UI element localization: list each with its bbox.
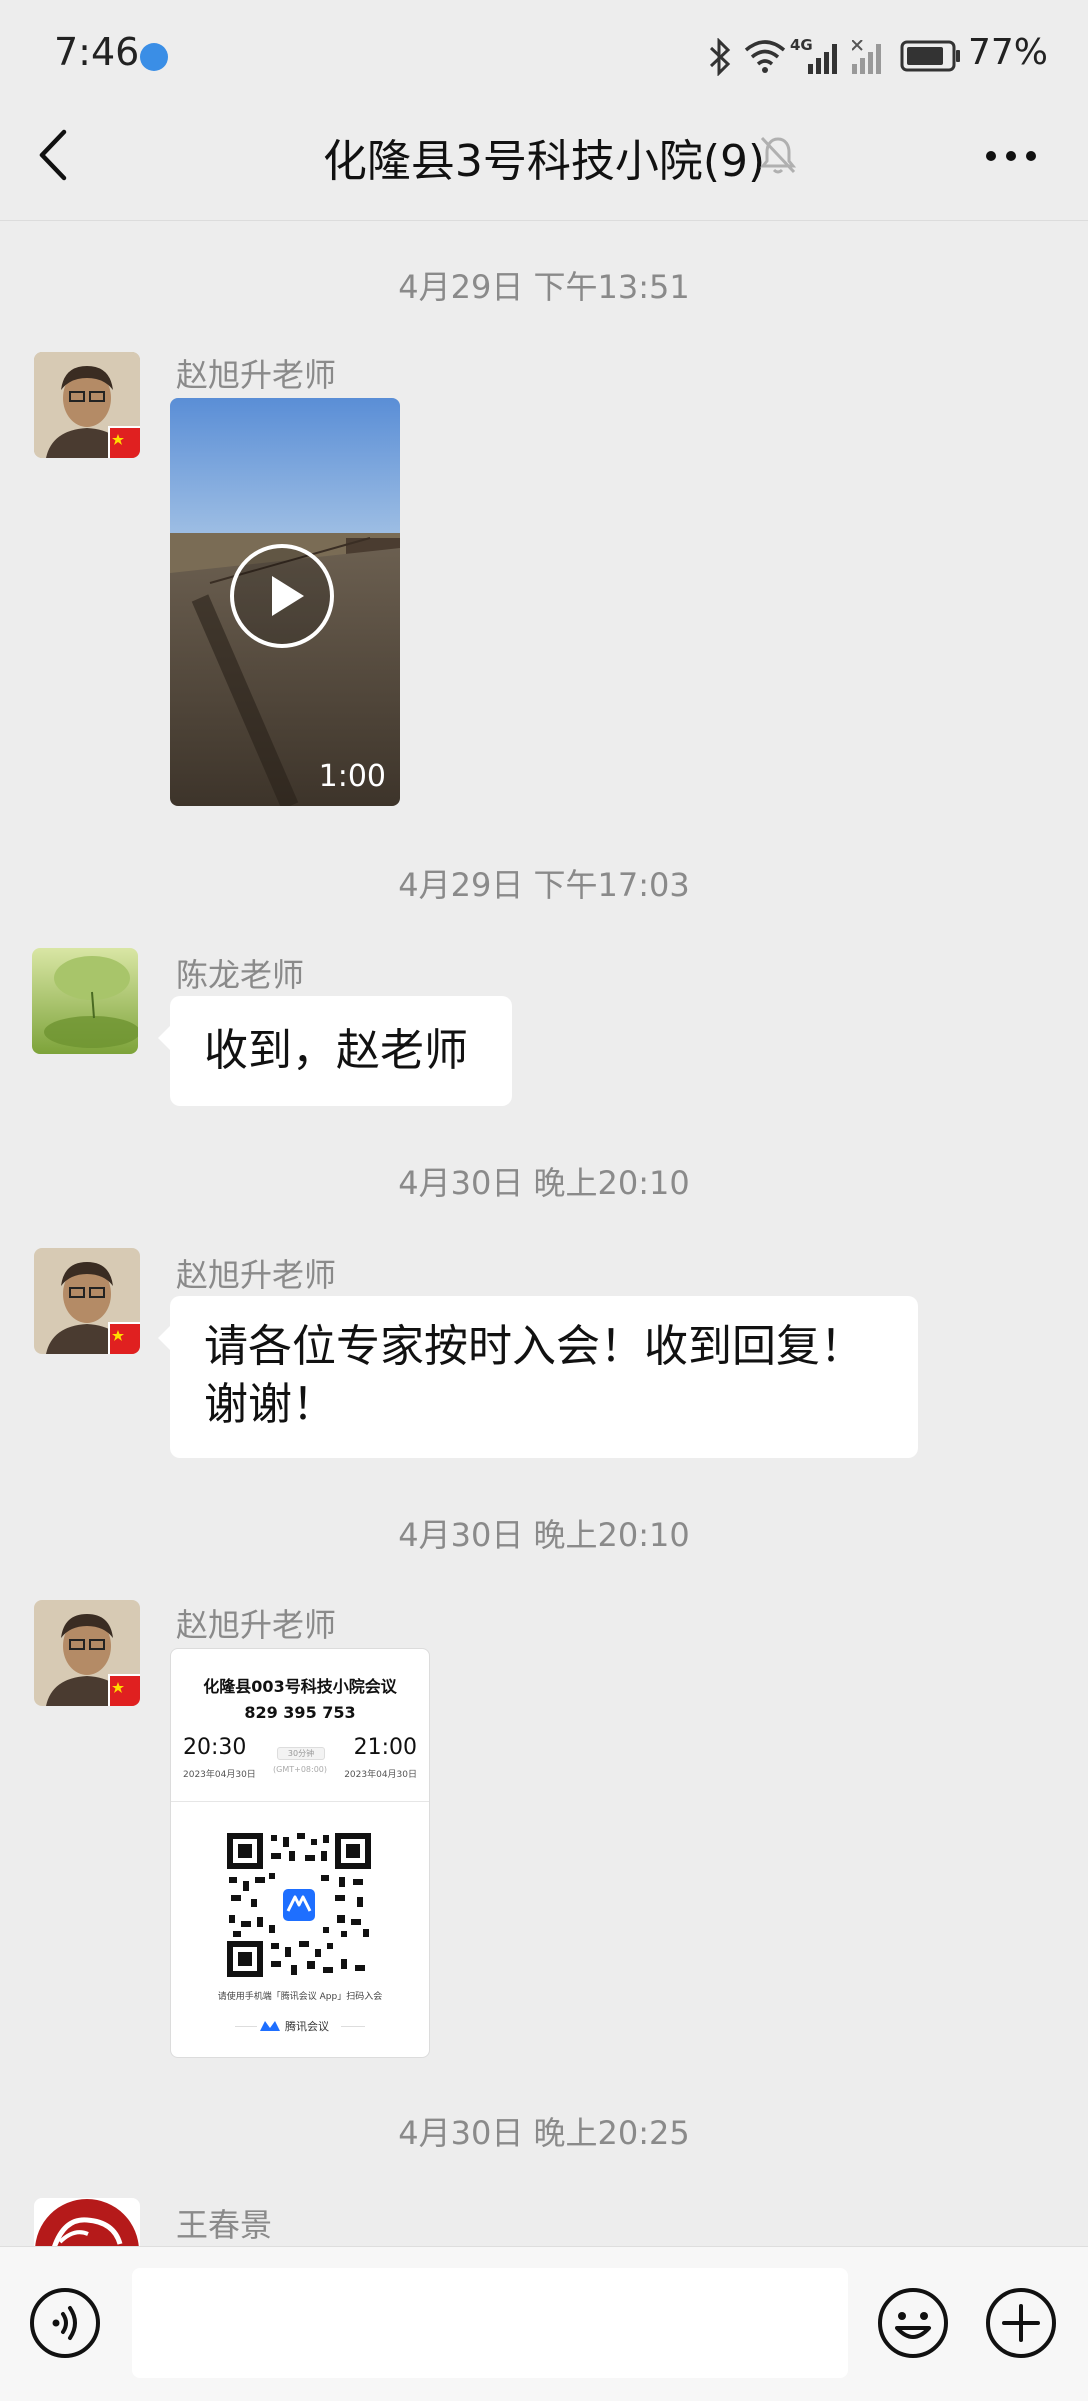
card-divider xyxy=(171,1801,429,1802)
avatar[interactable] xyxy=(32,948,138,1054)
mute-bell-icon xyxy=(759,136,797,174)
signal-strength-icon xyxy=(808,44,837,74)
sender-name: 陈龙老师 xyxy=(176,956,305,994)
message-timestamp: 4月30日 晚上20:10 xyxy=(398,1164,690,1202)
meeting-start-date: 2023年04月30日 xyxy=(183,1770,256,1780)
battery-percentage: 77% xyxy=(968,32,1049,73)
message-timestamp: 4月30日 晚上20:25 xyxy=(398,2114,690,2152)
sender-name: 赵旭升老师 xyxy=(176,1606,337,1644)
avatar[interactable] xyxy=(34,1600,140,1706)
video-duration: 1:00 xyxy=(318,759,386,794)
voice-input-icon[interactable] xyxy=(28,2286,102,2360)
sender-name: 王春景 xyxy=(176,2206,273,2244)
meeting-end-date: 2023年04月30日 xyxy=(344,1770,417,1780)
sender-name: 赵旭升老师 xyxy=(176,356,337,394)
avatar[interactable] xyxy=(34,1248,140,1354)
qr-code-image[interactable] xyxy=(227,1833,371,1977)
battery-icon xyxy=(900,40,960,72)
signal-no-service-icon xyxy=(852,40,881,74)
message-bubble[interactable]: 请各位专家按时入会！收到回复！ 谢谢！ xyxy=(158,1296,918,1458)
app-notification-icon xyxy=(140,43,168,71)
message-text: 收到，赵老师 xyxy=(204,1025,468,1076)
flag-badge-icon xyxy=(108,1322,140,1354)
meeting-invite-card[interactable]: 化隆县003号科技小院会议 829 395 753 20:30 21:00 30… xyxy=(170,1648,430,2058)
status-bar: 7:46 4G 77% xyxy=(0,0,1088,115)
flag-badge-icon xyxy=(108,426,140,458)
meeting-duration: 30分钟 xyxy=(277,1747,325,1760)
scan-hint-text: 请使用手机端「腾讯会议 App」扫码入会 xyxy=(217,1992,383,2002)
meeting-timezone: (GMT+08:00) xyxy=(273,1765,327,1774)
status-time: 7:46 xyxy=(54,30,140,74)
message-bubble[interactable]: 收到，赵老师 xyxy=(158,996,512,1106)
meeting-title: 化隆县003号科技小院会议 xyxy=(203,1677,397,1696)
message-timestamp: 4月29日 下午17:03 xyxy=(398,866,690,904)
tencent-meeting-brand: 腾讯会议 xyxy=(257,2017,341,2035)
message-input[interactable] xyxy=(132,2268,848,2378)
meeting-end-time: 21:00 xyxy=(353,1735,417,1760)
message-timestamp: 4月30日 晚上20:10 xyxy=(398,1516,690,1554)
flag-badge-icon xyxy=(108,1674,140,1706)
chat-title: 化隆县3号科技小院(9) xyxy=(322,136,766,187)
meeting-id: 829 395 753 xyxy=(244,1703,356,1722)
avatar[interactable] xyxy=(34,352,140,458)
add-more-icon[interactable] xyxy=(984,2286,1058,2360)
sender-name: 赵旭升老师 xyxy=(176,1256,337,1294)
tencent-meeting-logo-icon xyxy=(260,2021,280,2031)
wifi-icon xyxy=(744,40,786,73)
video-message[interactable]: 1:00 xyxy=(170,398,400,806)
avatar[interactable] xyxy=(34,2198,140,2246)
play-button[interactable] xyxy=(230,544,334,648)
bluetooth-icon xyxy=(709,38,731,76)
more-options-icon[interactable] xyxy=(984,148,1038,164)
message-text-line: 谢谢！ xyxy=(204,1379,336,1430)
message-timestamp: 4月29日 下午13:51 xyxy=(398,268,690,306)
meeting-start-time: 20:30 xyxy=(183,1735,247,1760)
emoji-icon[interactable] xyxy=(876,2286,950,2360)
brand-name: 腾讯会议 xyxy=(285,2020,329,2033)
message-text-line: 请各位专家按时入会！收到回复！ xyxy=(204,1321,864,1372)
